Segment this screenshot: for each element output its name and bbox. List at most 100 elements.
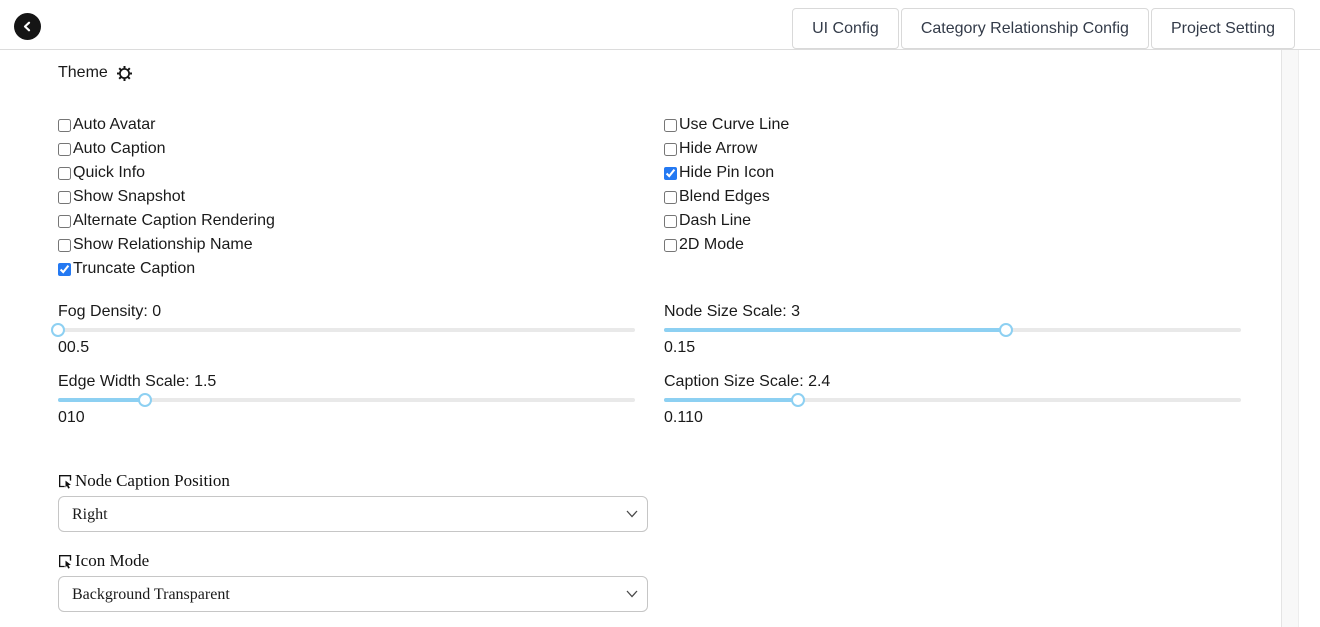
checkbox-row-dash-line[interactable]: Dash Line [664,209,1241,233]
checkbox-grid: Auto Avatar Auto Caption Quick Info Show… [58,113,1320,281]
checkbox-label: Auto Caption [73,140,166,158]
node-caption-position-block: Node Caption Position Right [58,469,1320,532]
checkbox-label: Blend Edges [679,188,770,206]
alternate-caption-rendering-checkbox[interactable] [58,215,71,228]
checkbox-label: Alternate Caption Rendering [73,212,275,230]
checkbox-label: 2D Mode [679,236,744,254]
slider-max: 10 [67,409,85,426]
slider-minmax: 010 [58,406,635,430]
slider-track[interactable] [58,398,635,402]
checkbox-label: Hide Arrow [679,140,757,158]
slider-track[interactable] [664,328,1241,332]
slider-minmax: 0.110 [664,406,1241,430]
node-caption-position-select-wrap: Right [58,496,648,532]
slider-min: 0.1 [664,339,686,356]
caption-size-scale-slider[interactable] [664,394,1241,406]
checkbox-row-hide-arrow[interactable]: Hide Arrow [664,137,1241,161]
slider-thumb[interactable] [51,323,65,337]
checkbox-label: Truncate Caption [73,260,195,278]
checkbox-row-show-snapshot[interactable]: Show Snapshot [58,185,635,209]
checkbox-row-use-curve-line[interactable]: Use Curve Line [664,113,1241,137]
icon-mode-select[interactable]: Background Transparent [58,576,648,612]
checkbox-row-truncate-caption[interactable]: Truncate Caption [58,257,635,281]
truncate-caption-checkbox[interactable] [58,263,71,276]
fog-density-slider-block: Fog Density: 0 00.5 [58,300,635,360]
node-caption-position-label-row: Node Caption Position [58,469,1320,493]
checkbox-row-2d-mode[interactable]: 2D Mode [664,233,1241,257]
scrollbar-track[interactable] [1281,50,1299,627]
icon-mode-block: Icon Mode Background Transparent [58,549,1320,612]
auto-avatar-checkbox[interactable] [58,119,71,132]
gear-icon[interactable] [116,65,133,82]
edge-width-scale-slider-block: Edge Width Scale: 1.5 010 [58,370,635,430]
slider-minmax: 00.5 [58,336,635,360]
icon-mode-label: Icon Mode [75,551,149,571]
checkbox-row-quick-info[interactable]: Quick Info [58,161,635,185]
quick-info-checkbox[interactable] [58,167,71,180]
dash-line-checkbox[interactable] [664,215,677,228]
node-caption-position-select[interactable]: Right [58,496,648,532]
slider-fill [58,398,145,402]
slider-track[interactable] [58,328,635,332]
theme-label: Theme [58,64,108,82]
slider-max: 0.5 [67,339,89,356]
slider-thumb[interactable] [791,393,805,407]
select-cursor-icon [58,474,73,489]
theme-row: Theme [58,62,1320,84]
select-cursor-icon [58,554,73,569]
checkbox-label: Show Snapshot [73,188,185,206]
slider-track[interactable] [664,398,1241,402]
checkbox-row-blend-edges[interactable]: Blend Edges [664,185,1241,209]
hide-pin-icon-checkbox[interactable] [664,167,677,180]
back-button[interactable] [14,13,41,40]
slider-minmax: 0.15 [664,336,1241,360]
edge-width-scale-label: Edge Width Scale: 1.5 [58,370,635,394]
slider-fill [664,398,798,402]
checkbox-label: Auto Avatar [73,116,155,134]
auto-caption-checkbox[interactable] [58,143,71,156]
fog-density-label: Fog Density: 0 [58,300,635,324]
slider-min: 0.1 [664,409,685,426]
checkbox-row-alternate-caption-rendering[interactable]: Alternate Caption Rendering [58,209,635,233]
node-size-scale-slider[interactable] [664,324,1241,336]
checkbox-row-hide-pin-icon[interactable]: Hide Pin Icon [664,161,1241,185]
node-size-scale-label: Node Size Scale: 3 [664,300,1241,324]
chevron-left-icon [19,18,36,35]
show-snapshot-checkbox[interactable] [58,191,71,204]
slider-thumb[interactable] [138,393,152,407]
dropdown-section: Node Caption Position Right [58,469,1320,612]
checkbox-label: Hide Pin Icon [679,164,774,182]
slider-min: 0 [58,409,67,426]
slider-thumb[interactable] [999,323,1013,337]
slider-fill [664,328,1006,332]
ui-config-panel: Theme Auto Avatar Auto Caption [0,50,1320,612]
checkbox-column-right: Use Curve Line Hide Arrow Hide Pin Icon … [664,113,1241,281]
slider-max: 10 [685,409,703,426]
checkbox-label: Dash Line [679,212,751,230]
checkbox-row-auto-caption[interactable]: Auto Caption [58,137,635,161]
icon-mode-label-row: Icon Mode [58,549,1320,573]
blend-edges-checkbox[interactable] [664,191,677,204]
checkbox-column-left: Auto Avatar Auto Caption Quick Info Show… [58,113,635,281]
caption-size-scale-label: Caption Size Scale: 2.4 [664,370,1241,394]
node-size-scale-slider-block: Node Size Scale: 3 0.15 [664,300,1241,360]
2d-mode-checkbox[interactable] [664,239,677,252]
edge-width-scale-slider[interactable] [58,394,635,406]
checkbox-label: Use Curve Line [679,116,789,134]
tab-category-relationship-config[interactable]: Category Relationship Config [901,8,1149,49]
checkbox-row-show-relationship-name[interactable]: Show Relationship Name [58,233,635,257]
header: UI Config Category Relationship Config P… [0,0,1320,50]
use-curve-line-checkbox[interactable] [664,119,677,132]
checkbox-label: Show Relationship Name [73,236,253,254]
caption-size-scale-slider-block: Caption Size Scale: 2.4 0.110 [664,370,1241,430]
checkbox-row-auto-avatar[interactable]: Auto Avatar [58,113,635,137]
tab-ui-config[interactable]: UI Config [792,8,899,49]
hide-arrow-checkbox[interactable] [664,143,677,156]
slider-min: 0 [58,339,67,356]
show-relationship-name-checkbox[interactable] [58,239,71,252]
tab-project-setting[interactable]: Project Setting [1151,8,1295,49]
icon-mode-select-wrap: Background Transparent [58,576,648,612]
fog-density-slider[interactable] [58,324,635,336]
node-caption-position-label: Node Caption Position [75,471,230,491]
checkbox-label: Quick Info [73,164,145,182]
